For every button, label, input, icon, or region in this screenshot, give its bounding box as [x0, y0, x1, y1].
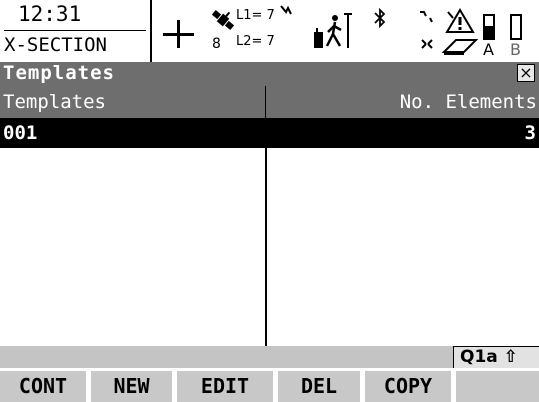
- element-count-cell: 3: [524, 122, 536, 144]
- column-header-elements[interactable]: No. Elements: [400, 91, 537, 113]
- battery-b-label: B: [510, 40, 521, 59]
- table-row[interactable]: 001 3: [0, 118, 539, 148]
- new-button[interactable]: NEW: [91, 371, 172, 402]
- column-header-templates[interactable]: Templates: [3, 91, 106, 113]
- signal-arrow-icon: [280, 5, 292, 15]
- radio-link-icon: [420, 11, 433, 49]
- warning-icon: [445, 8, 475, 33]
- empty-softkey[interactable]: [456, 371, 539, 402]
- column-divider: [265, 86, 266, 118]
- battery-b-icon: [510, 14, 522, 40]
- app-name: X-SECTION: [4, 34, 107, 56]
- template-name-cell: 001: [3, 122, 38, 144]
- bluetooth-icon: [374, 8, 386, 28]
- clock-panel: 12:31 X-SECTION: [0, 0, 152, 62]
- copy-button[interactable]: COPY: [365, 371, 451, 402]
- clock-divider: [4, 30, 146, 31]
- page-title: Templates: [3, 62, 115, 84]
- table-header: Templates No. Elements: [0, 86, 539, 118]
- edit-button[interactable]: EDIT: [177, 371, 273, 402]
- del-button[interactable]: DEL: [278, 371, 360, 402]
- cont-button[interactable]: CONT: [0, 371, 86, 402]
- l1-count: L1= 7: [236, 8, 275, 23]
- keyboard-mode-indicator: Q1a ⇧: [453, 346, 539, 368]
- close-button[interactable]: ×: [517, 64, 535, 82]
- time-display: 12:31: [18, 2, 82, 26]
- satellite-icon: [211, 9, 235, 31]
- battery-a-label: A: [483, 40, 494, 59]
- status-bar: 12:31 X-SECTION 8 L1= 7 L2= 7 A B: [0, 0, 539, 62]
- title-bar: Templates ×: [0, 62, 539, 86]
- antenna-height-icon: [314, 13, 352, 48]
- column-divider-body: [265, 148, 267, 346]
- memory-card-icon: [442, 39, 478, 55]
- satellite-count: 8: [212, 36, 221, 52]
- battery-a-icon: [483, 14, 495, 40]
- softkey-bar: CONT NEW EDIT DEL COPY: [0, 368, 539, 402]
- l2-count: L2= 7: [236, 34, 275, 49]
